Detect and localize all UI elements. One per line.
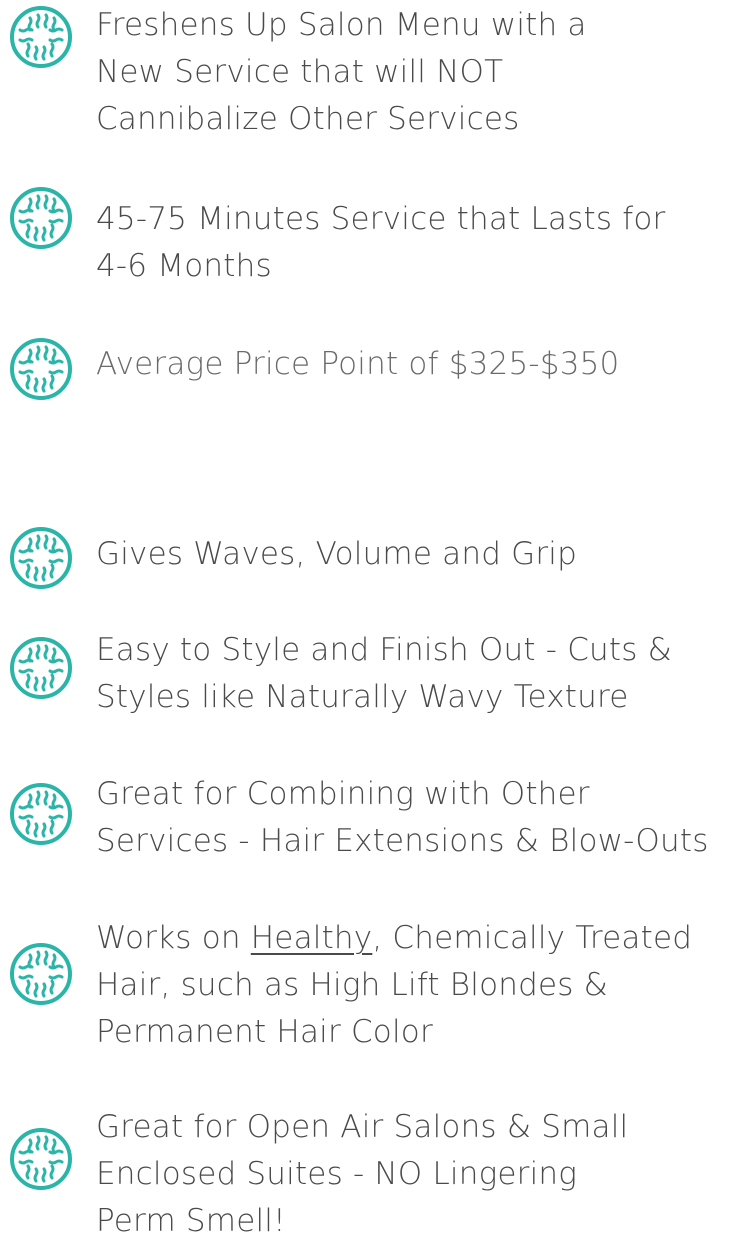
wavy-circle-bullet-icon: [8, 1126, 74, 1192]
wavy-circle-bullet-icon: [8, 185, 74, 251]
feature-line: Enclosed Suites - NO Lingering: [96, 1156, 578, 1192]
feature-text: Freshens Up Salon Menu with a New Servic…: [96, 2, 587, 143]
feature-line: Permanent Hair Color: [96, 1014, 433, 1050]
feature-line-suffix: , Chemically Treated: [372, 920, 693, 956]
feature-text: Works on Healthy, Chemically Treated Hai…: [96, 915, 692, 1056]
feature-text: Easy to Style and Finish Out - Cuts & St…: [96, 627, 672, 721]
feature-line: Gives Waves, Volume and Grip: [96, 536, 577, 572]
feature-line-prefix: Works on: [96, 920, 251, 956]
feature-text: Average Price Point of $325-$350: [96, 341, 620, 388]
wavy-circle-bullet-icon: [8, 941, 74, 1007]
wavy-circle-bullet-icon: [8, 781, 74, 847]
feature-text: 45-75 Minutes Service that Lasts for 4-6…: [96, 196, 665, 290]
feature-line: Perm Smell!: [96, 1203, 286, 1239]
feature-line: New Service that will NOT: [96, 54, 504, 90]
feature-line: Easy to Style and Finish Out - Cuts &: [96, 632, 673, 668]
feature-text: Gives Waves, Volume and Grip: [96, 531, 577, 578]
feature-text: Great for Combining with Other Services …: [96, 771, 709, 865]
feature-line: Works on Healthy, Chemically Treated: [96, 915, 692, 962]
feature-line: 45-75 Minutes Service that Lasts for: [96, 201, 666, 237]
feature-text: Great for Open Air Salons & Small Enclos…: [96, 1104, 628, 1245]
feature-line: Freshens Up Salon Menu with a: [96, 7, 587, 43]
feature-line: Great for Open Air Salons & Small: [96, 1109, 629, 1145]
wavy-circle-bullet-icon: [8, 525, 74, 591]
feature-line: Services - Hair Extensions & Blow-Outs: [96, 823, 709, 859]
wavy-circle-bullet-icon: [8, 635, 74, 701]
feature-line: Great for Combining with Other: [96, 776, 590, 812]
feature-line: Hair, such as High Lift Blondes &: [96, 967, 609, 1003]
healthy-underlined-text: Healthy: [250, 920, 373, 956]
wavy-circle-bullet-icon: [8, 4, 74, 70]
feature-line: Styles like Naturally Wavy Texture: [96, 679, 629, 715]
wavy-circle-bullet-icon: [8, 336, 74, 402]
feature-line: 4-6 Months: [96, 248, 272, 284]
feature-line: Cannibalize Other Services: [96, 101, 520, 137]
feature-line: Average Price Point of $325-$350: [96, 346, 620, 382]
